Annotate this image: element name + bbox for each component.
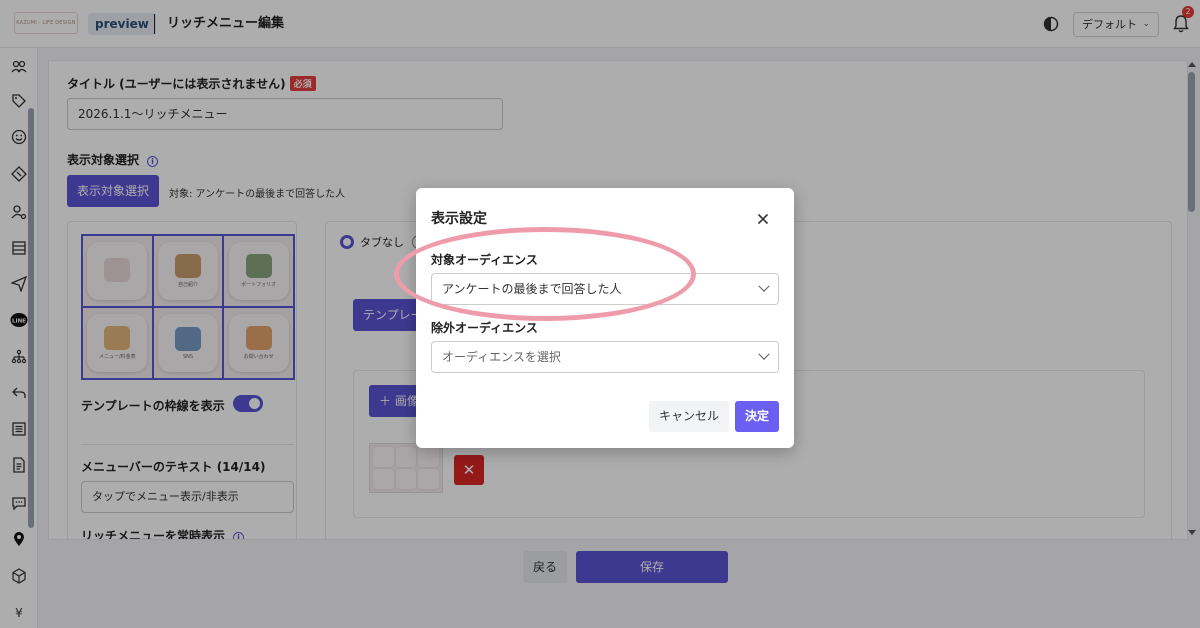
target-audience-value: アンケートの最後まで回答した人: [442, 282, 622, 296]
close-icon[interactable]: [754, 210, 772, 228]
target-audience-select[interactable]: アンケートの最後まで回答した人: [431, 273, 779, 305]
exclude-audience-placeholder: オーディエンスを選択: [442, 350, 561, 364]
modal-title: 表示設定: [431, 211, 487, 227]
exclude-audience-label: 除外オーディエンス: [431, 321, 538, 335]
confirm-button[interactable]: 決定: [735, 401, 779, 432]
chevron-down-icon: [758, 280, 770, 292]
cancel-button[interactable]: キャンセル: [649, 401, 729, 432]
display-settings-modal: 表示設定 対象オーディエンス アンケートの最後まで回答した人 除外オーディエンス…: [416, 188, 794, 448]
target-audience-label: 対象オーディエンス: [431, 253, 538, 267]
chevron-down-icon: [758, 348, 770, 360]
exclude-audience-select[interactable]: オーディエンスを選択: [431, 341, 779, 373]
